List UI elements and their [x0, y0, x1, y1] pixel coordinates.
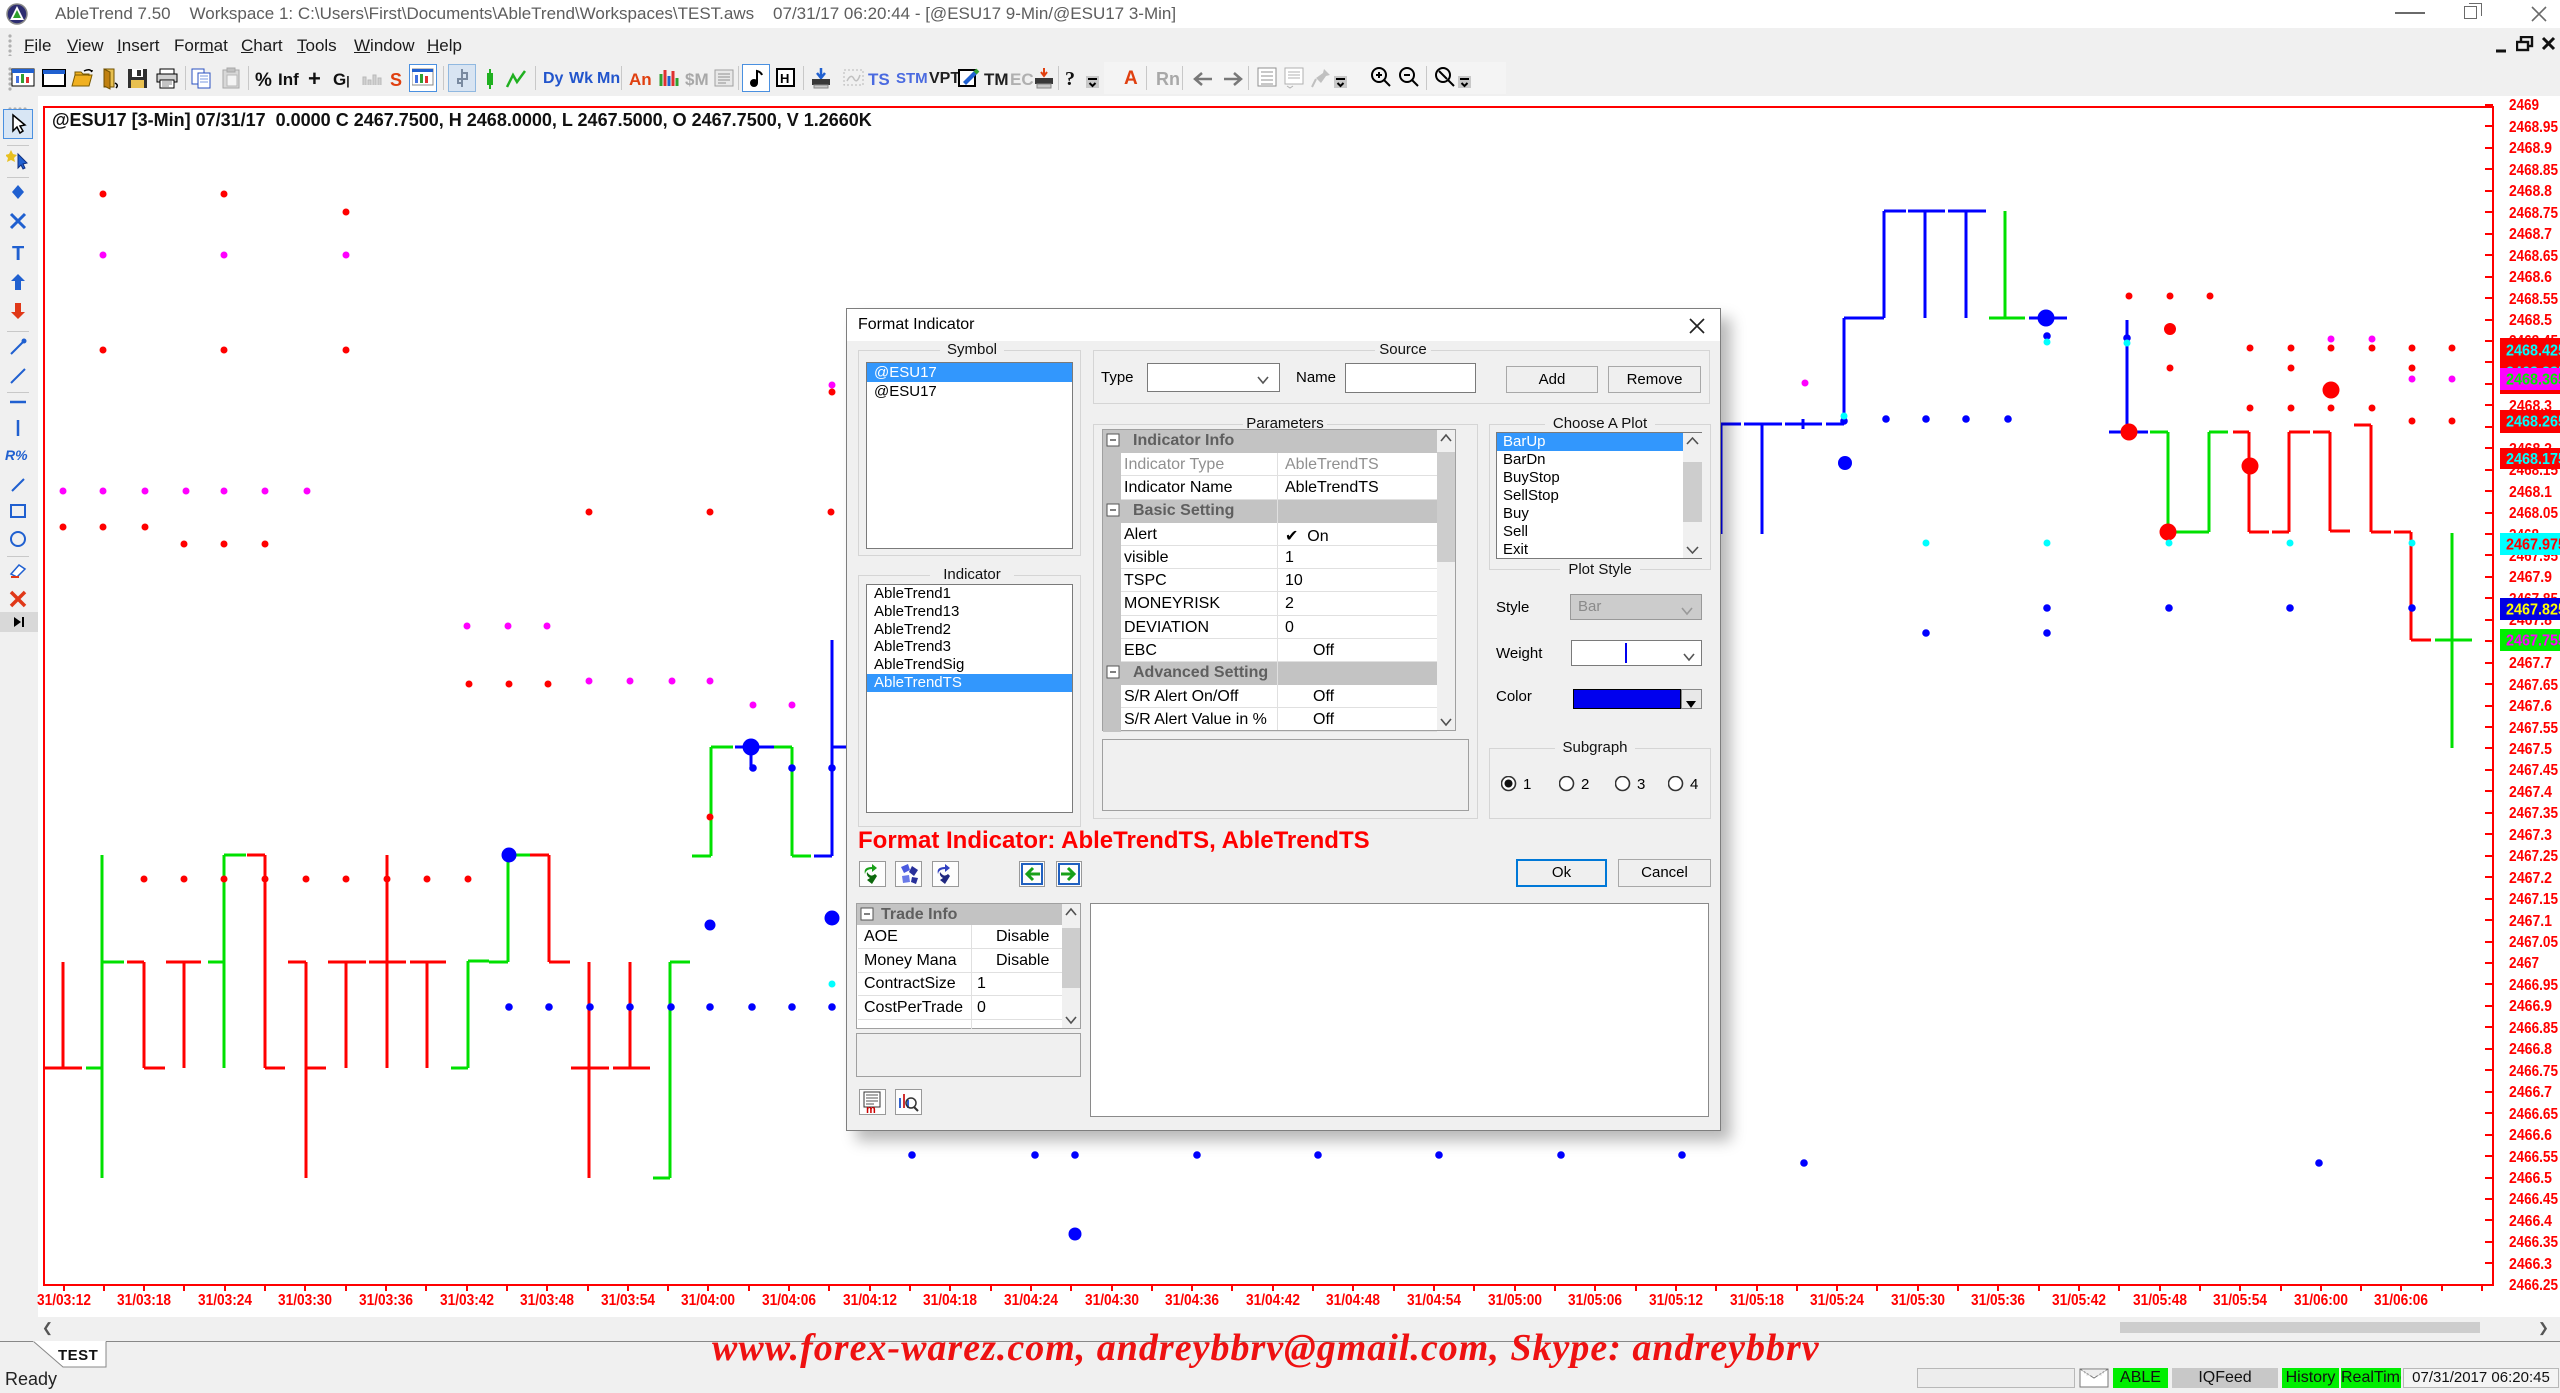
- svg-text:31/04:48: 31/04:48: [1326, 1292, 1380, 1309]
- svg-text:31/05:54: 31/05:54: [2213, 1292, 2267, 1309]
- svg-text:2466.75: 2466.75: [2509, 1063, 2558, 1080]
- svg-text:31/05:06: 31/05:06: [1568, 1292, 1622, 1309]
- svg-text:31/04:24: 31/04:24: [1004, 1292, 1058, 1309]
- svg-text:31/04:36: 31/04:36: [1165, 1292, 1219, 1309]
- svg-text:31/03:54: 31/03:54: [601, 1292, 655, 1309]
- svg-text:2467.4: 2467.4: [2509, 784, 2552, 801]
- svg-text:2467.5: 2467.5: [2509, 741, 2552, 758]
- svg-text:2467.05: 2467.05: [2509, 934, 2558, 951]
- svg-text:2466.35: 2466.35: [2509, 1234, 2558, 1251]
- svg-text:2467.3: 2467.3: [2509, 827, 2552, 844]
- svg-text:2467.15: 2467.15: [2509, 891, 2558, 908]
- svg-text:2466.65: 2466.65: [2509, 1106, 2558, 1123]
- svg-text:31/03:42: 31/03:42: [440, 1292, 494, 1309]
- svg-text:2467.35: 2467.35: [2509, 805, 2558, 822]
- svg-text:2468.05: 2468.05: [2509, 505, 2558, 522]
- svg-text:31/03:24: 31/03:24: [198, 1292, 252, 1309]
- svg-text:2467.755: 2467.755: [2506, 633, 2560, 650]
- svg-text:2467.55: 2467.55: [2509, 720, 2558, 737]
- svg-text:2467.2: 2467.2: [2509, 870, 2552, 887]
- svg-text:2468.85: 2468.85: [2509, 162, 2558, 179]
- svg-text:31/04:30: 31/04:30: [1085, 1292, 1139, 1309]
- svg-text:2468.5: 2468.5: [2509, 312, 2552, 329]
- svg-text:2466.45: 2466.45: [2509, 1191, 2558, 1208]
- svg-text:2468.75: 2468.75: [2509, 205, 2558, 222]
- svg-text:2468.9: 2468.9: [2509, 140, 2552, 157]
- svg-text:31/06:00: 31/06:00: [2294, 1292, 2348, 1309]
- svg-text:31/05:12: 31/05:12: [1649, 1292, 1703, 1309]
- svg-text:2468.7: 2468.7: [2509, 226, 2552, 243]
- svg-text:2466.85: 2466.85: [2509, 1020, 2558, 1037]
- svg-text:2466.8: 2466.8: [2509, 1041, 2552, 1058]
- svg-text:31/04:54: 31/04:54: [1407, 1292, 1461, 1309]
- svg-text:2469: 2469: [2509, 97, 2539, 114]
- svg-text:31/05:42: 31/05:42: [2052, 1292, 2106, 1309]
- svg-text:m: m: [866, 1104, 876, 1114]
- svg-text:2468.265: 2468.265: [2506, 414, 2560, 431]
- svg-text:31/05:48: 31/05:48: [2133, 1292, 2187, 1309]
- svg-text:2468.8: 2468.8: [2509, 183, 2552, 200]
- svg-text:2468.175: 2468.175: [2506, 451, 2560, 468]
- svg-text:2467.6: 2467.6: [2509, 698, 2552, 715]
- svg-text:2467.45: 2467.45: [2509, 762, 2558, 779]
- svg-text:31/05:18: 31/05:18: [1730, 1292, 1784, 1309]
- svg-text:2466.6: 2466.6: [2509, 1127, 2552, 1144]
- svg-text:2468.65: 2468.65: [2509, 248, 2558, 265]
- svg-text:2467.65: 2467.65: [2509, 677, 2558, 694]
- svg-text:31/04:00: 31/04:00: [681, 1292, 735, 1309]
- svg-text:2468.425: 2468.425: [2506, 343, 2560, 360]
- svg-text:31/04:42: 31/04:42: [1246, 1292, 1300, 1309]
- svg-text:2468.55: 2468.55: [2509, 291, 2558, 308]
- svg-text:2466.9: 2466.9: [2509, 998, 2552, 1015]
- svg-text:2467.25: 2467.25: [2509, 848, 2558, 865]
- svg-text:31/05:36: 31/05:36: [1971, 1292, 2025, 1309]
- svg-text:2468.1: 2468.1: [2509, 484, 2552, 501]
- svg-text:31/03:36: 31/03:36: [359, 1292, 413, 1309]
- svg-text:2467.825: 2467.825: [2506, 602, 2560, 619]
- svg-text:2467.1: 2467.1: [2509, 913, 2552, 930]
- svg-text:31/04:12: 31/04:12: [843, 1292, 897, 1309]
- svg-text:31/06:06: 31/06:06: [2374, 1292, 2428, 1309]
- svg-text:2468.95: 2468.95: [2509, 119, 2558, 136]
- svg-text:2468.6: 2468.6: [2509, 269, 2552, 286]
- svg-text:2466.7: 2466.7: [2509, 1084, 2552, 1101]
- svg-text:2466.5: 2466.5: [2509, 1170, 2552, 1187]
- svg-text:2467: 2467: [2509, 955, 2539, 972]
- svg-text:2467.975: 2467.975: [2506, 537, 2560, 554]
- svg-text:31/05:30: 31/05:30: [1891, 1292, 1945, 1309]
- svg-text:31/04:06: 31/04:06: [762, 1292, 816, 1309]
- svg-text:2468.365: 2468.365: [2506, 372, 2560, 389]
- svg-text:31/03:18: 31/03:18: [117, 1292, 171, 1309]
- svg-text:31/04:18: 31/04:18: [923, 1292, 977, 1309]
- svg-text:2466.95: 2466.95: [2509, 977, 2558, 994]
- svg-text:2467.9: 2467.9: [2509, 569, 2552, 586]
- svg-text:31/03:12: 31/03:12: [37, 1292, 91, 1309]
- svg-text:2466.4: 2466.4: [2509, 1213, 2552, 1230]
- svg-text:31/05:00: 31/05:00: [1488, 1292, 1542, 1309]
- svg-text:2467.7: 2467.7: [2509, 655, 2552, 672]
- svg-text:31/05:24: 31/05:24: [1810, 1292, 1864, 1309]
- svg-text:2466.55: 2466.55: [2509, 1149, 2558, 1166]
- svg-text:31/03:30: 31/03:30: [278, 1292, 332, 1309]
- svg-text:2466.25: 2466.25: [2509, 1277, 2558, 1294]
- svg-text:2466.3: 2466.3: [2509, 1256, 2552, 1273]
- svg-text:31/03:48: 31/03:48: [520, 1292, 574, 1309]
